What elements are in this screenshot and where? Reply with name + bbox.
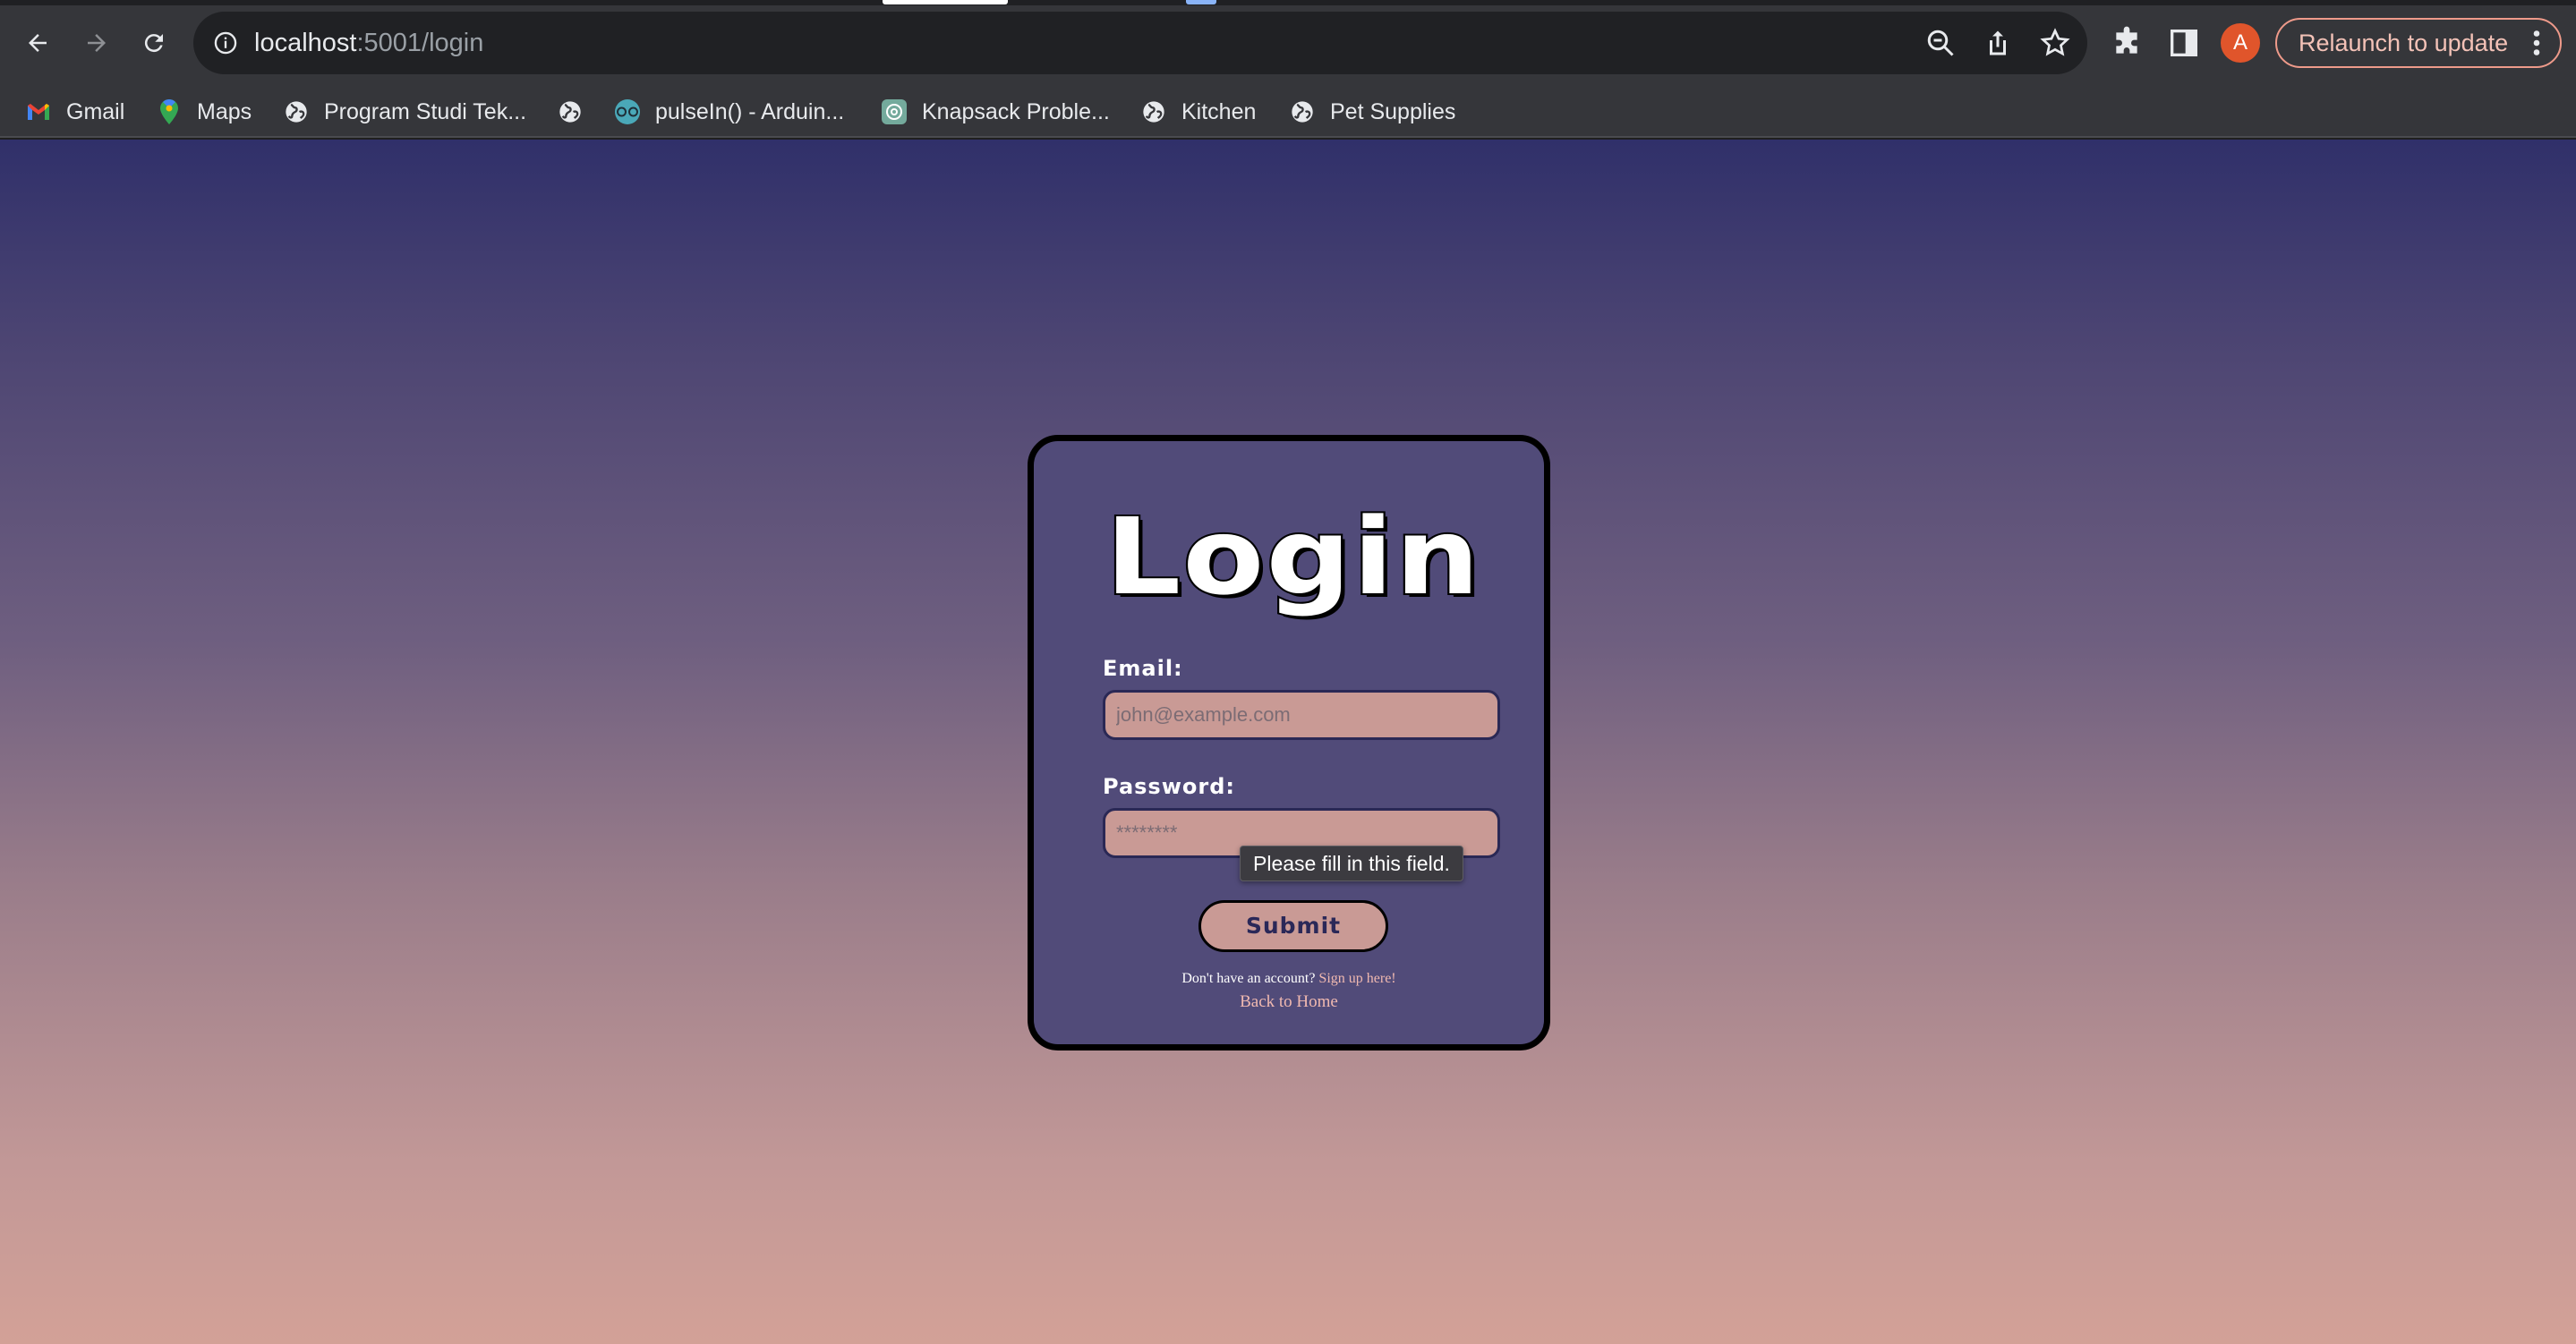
reload-button[interactable] — [131, 20, 177, 66]
submit-button[interactable]: Submit — [1198, 900, 1388, 952]
bookmark-pulsein[interactable]: pulseIn() - Arduin... — [614, 89, 844, 134]
bookmark-label: Gmail — [66, 98, 125, 124]
tab-strip — [0, 0, 2576, 5]
browser-toolbar: localhost:5001/login A Relaunch to updat… — [0, 0, 2576, 86]
globe-icon — [557, 98, 584, 125]
bookmark-label: Pet Supplies — [1330, 98, 1456, 124]
bookmark-unnamed[interactable] — [557, 89, 598, 134]
zoom-icon[interactable] — [1924, 27, 1957, 59]
email-field[interactable] — [1103, 690, 1500, 740]
maps-pin-icon — [156, 98, 183, 125]
puzzle-icon[interactable] — [2109, 25, 2145, 61]
active-tab-indicator — [883, 0, 1008, 4]
kebab-menu-icon[interactable] — [2528, 27, 2546, 59]
globe-icon — [1140, 98, 1167, 125]
signup-prompt: Don't have an account? Sign up here! — [1034, 971, 1544, 987]
url-host: localhost — [254, 29, 357, 57]
signup-link[interactable]: Sign up here! — [1318, 971, 1395, 986]
info-icon[interactable] — [213, 30, 238, 55]
login-card: Login Email: Password: Submit Don't have… — [1028, 435, 1550, 1051]
url-text[interactable]: localhost:5001/login — [254, 25, 483, 61]
page-viewport: Login Email: Password: Submit Don't have… — [0, 140, 2576, 1344]
email-label: Email: — [1103, 656, 1183, 681]
star-icon[interactable] — [2039, 27, 2071, 59]
validation-tooltip: Please fill in this field. — [1240, 846, 1463, 881]
back-button[interactable] — [14, 20, 61, 66]
bookmark-program-studi[interactable]: Program Studi Tek... — [283, 89, 526, 134]
relaunch-button[interactable]: Relaunch to update — [2275, 18, 2562, 68]
profile-avatar[interactable]: A — [2221, 23, 2260, 63]
bookmark-pet-supplies[interactable]: Pet Supplies — [1289, 89, 1455, 134]
bookmark-knapsack[interactable]: Knapsack Proble... — [881, 89, 1110, 134]
page-title: Login — [1104, 495, 1482, 618]
openai-icon — [881, 98, 908, 125]
reload-icon — [144, 34, 163, 53]
bookmark-label: Kitchen — [1181, 98, 1257, 124]
bookmark-label: pulseIn() - Arduin... — [655, 98, 845, 124]
tab-indicator — [1186, 0, 1216, 4]
arduino-icon — [614, 98, 641, 125]
signup-prompt-text: Don't have an account? — [1181, 971, 1316, 986]
bookmark-kitchen[interactable]: Kitchen — [1140, 89, 1256, 134]
bookmark-label: Knapsack Proble... — [922, 98, 1110, 124]
forward-arrow-icon — [88, 34, 106, 52]
forward-button[interactable] — [73, 20, 120, 66]
side-panel-icon[interactable] — [2166, 25, 2202, 61]
url-path: :5001/login — [356, 29, 484, 57]
back-to-home-link[interactable]: Back to Home — [1034, 992, 1544, 1012]
gmail-icon — [25, 98, 52, 125]
bookmark-gmail[interactable]: Gmail — [25, 89, 124, 134]
globe-icon — [283, 98, 310, 125]
bookmark-label: Maps — [197, 98, 252, 124]
back-arrow-icon — [29, 34, 47, 52]
password-label: Password: — [1103, 774, 1235, 799]
globe-icon — [1289, 98, 1316, 125]
bookmark-label: Program Studi Tek... — [324, 98, 527, 124]
share-icon[interactable] — [1982, 27, 2014, 59]
bookmark-maps[interactable]: Maps — [156, 89, 252, 134]
